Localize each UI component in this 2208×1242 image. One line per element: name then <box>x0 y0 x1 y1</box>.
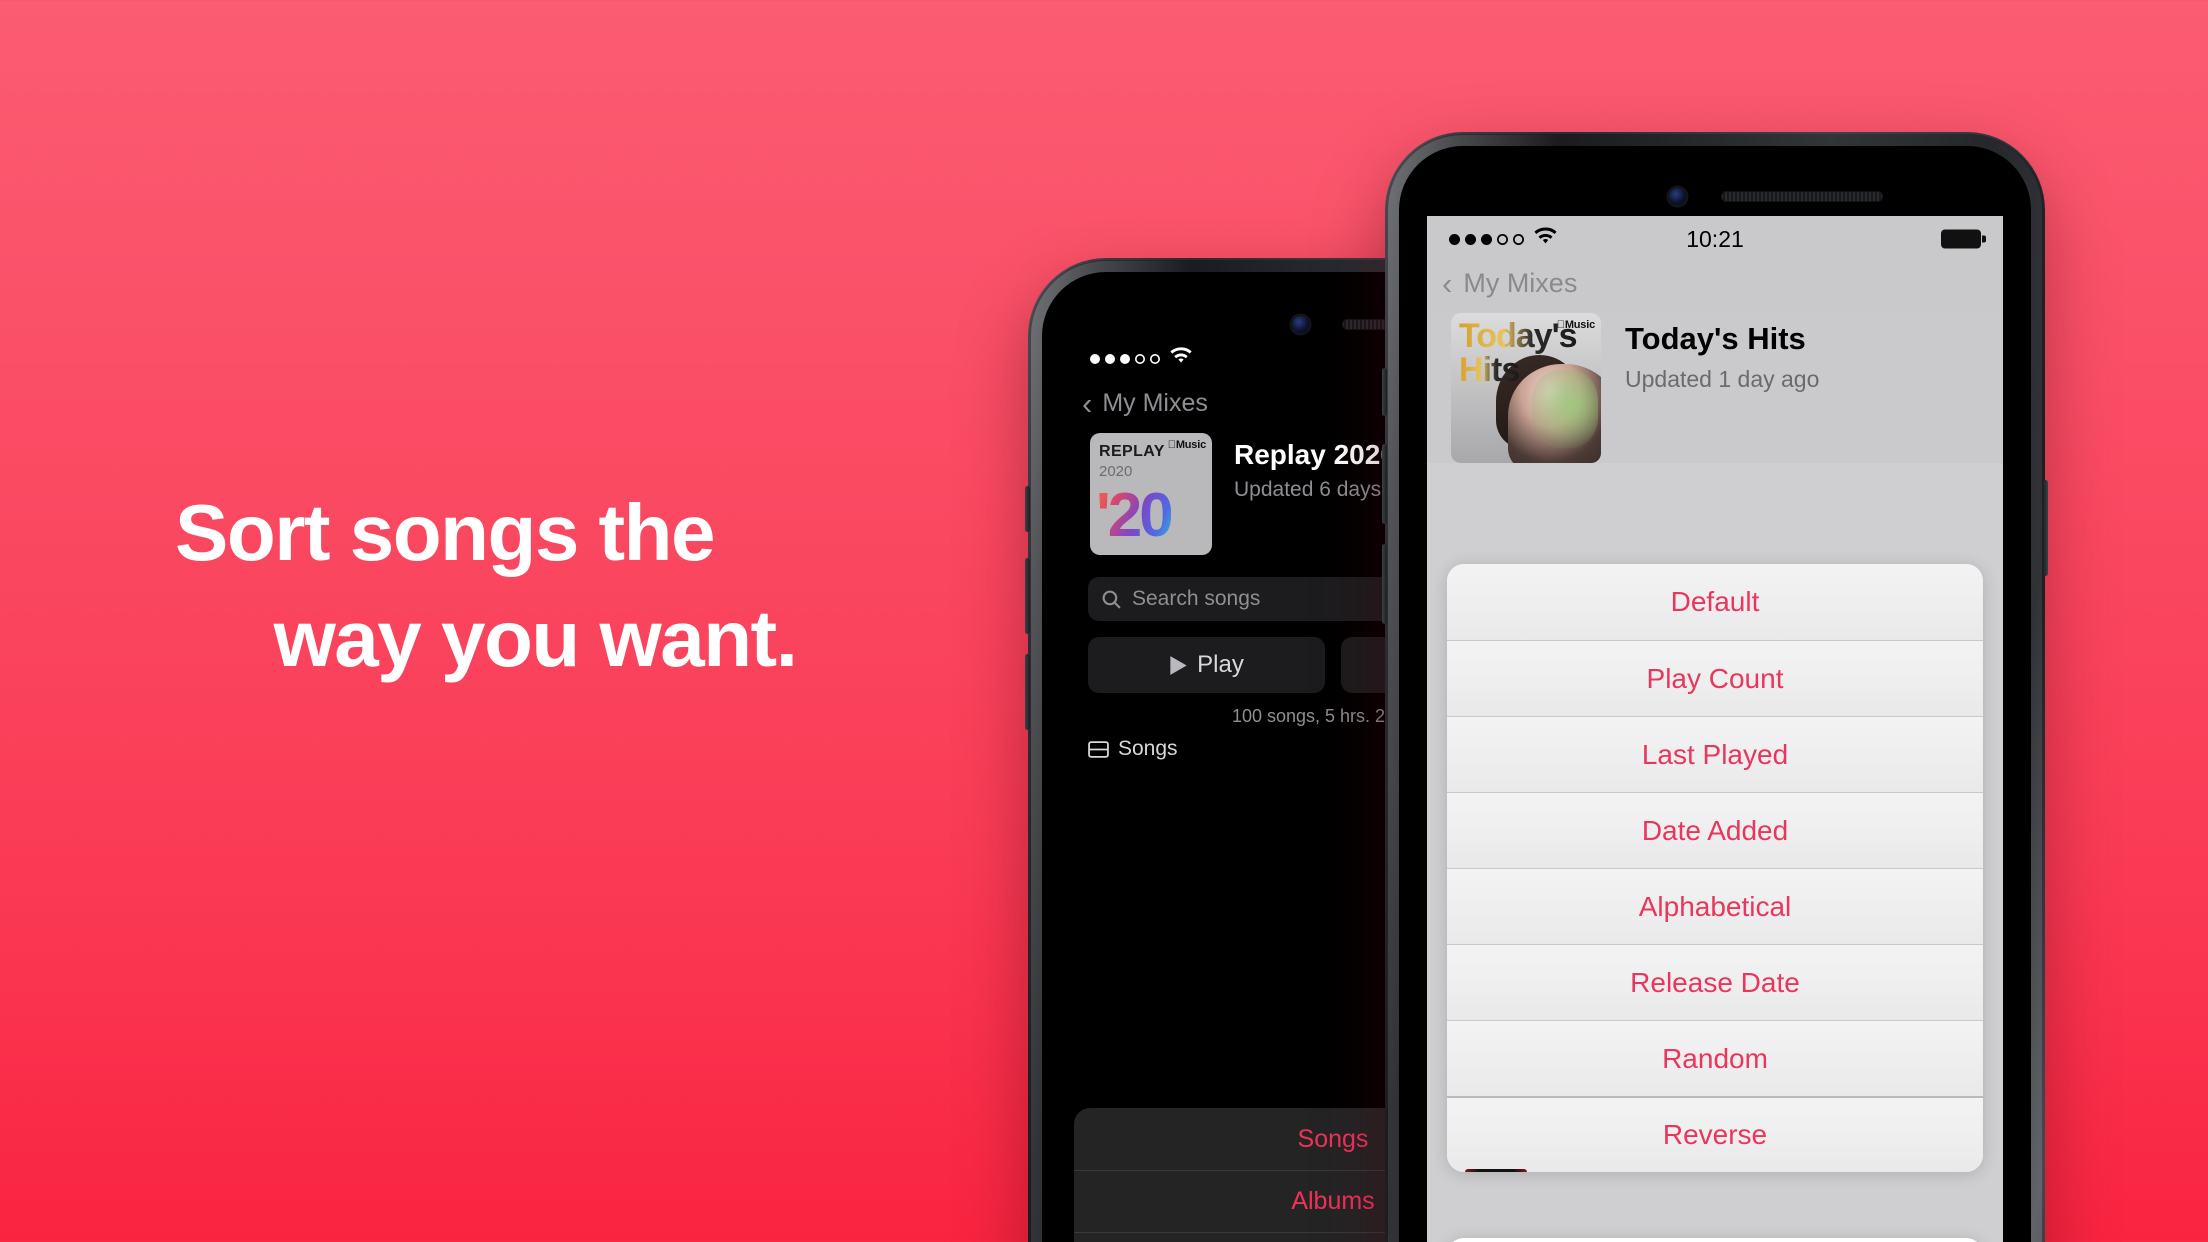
battery-icon <box>1941 229 1986 249</box>
headline-line-2: way you want. <box>273 593 798 683</box>
status-bar: 10:21 <box>1427 216 2003 262</box>
album-artwork[interactable]: REPLAY 2020 '20 Music <box>1090 433 1212 555</box>
play-button[interactable]: Play <box>1088 637 1325 693</box>
album-artwork[interactable]: Today's Hits Music <box>1451 313 1601 463</box>
search-icon <box>1102 590 1121 609</box>
status-clock: 10:21 <box>1686 225 1744 252</box>
mute-switch[interactable] <box>1025 486 1030 532</box>
home-indicator <box>1465 1169 1527 1172</box>
apple-music-badge-icon: Music <box>1557 319 1595 331</box>
playlist-subtitle: Updated 1 day ago <box>1625 366 1820 392</box>
volume-down-button[interactable] <box>1382 544 1387 624</box>
sort-option-date-added[interactable]: Date Added <box>1447 792 1983 868</box>
front-camera-icon <box>1292 316 1309 333</box>
sort-option-last-played[interactable]: Last Played <box>1447 716 1983 792</box>
play-button-label: Play <box>1197 651 1244 678</box>
front-camera-icon <box>1669 188 1686 205</box>
back-button-label[interactable]: My Mixes <box>1463 268 1577 299</box>
sort-option-play-count[interactable]: Play Count <box>1447 640 1983 716</box>
playlist-title: Today's Hits <box>1625 321 1806 356</box>
list-icon <box>1088 740 1109 758</box>
play-icon <box>1170 655 1187 675</box>
artwork-line-1: REPLAY <box>1099 443 1165 460</box>
volume-up-button[interactable] <box>1025 558 1030 634</box>
sort-option-default[interactable]: Default <box>1447 564 1983 640</box>
chevron-left-icon[interactable]: ‹ <box>1082 388 1092 419</box>
search-placeholder: Search songs <box>1132 587 1261 610</box>
page-title: Sort songs the way you want. <box>175 480 1075 691</box>
power-button[interactable] <box>2043 480 2048 576</box>
artwork-line-2: 2020 <box>1099 463 1133 480</box>
sort-option-random[interactable]: Random <box>1447 1020 1983 1096</box>
back-button-label[interactable]: My Mixes <box>1102 389 1208 418</box>
volume-up-button[interactable] <box>1382 444 1387 524</box>
sort-option-alphabetical[interactable]: Alphabetical <box>1447 868 1983 944</box>
front-phone-screen: 10:21 ‹ My Mixes Today's Hits Music Tod… <box>1427 216 2003 1242</box>
section-header-label: Songs <box>1118 737 1178 760</box>
chevron-left-icon[interactable]: ‹ <box>1442 268 1452 299</box>
playlist-header: Today's Hits Music Today's Hits Updated… <box>1427 311 2003 463</box>
earpiece-speaker-icon <box>1721 191 1883 202</box>
sort-option-reverse[interactable]: Reverse <box>1447 1096 1983 1172</box>
front-phone: 10:21 ‹ My Mixes Today's Hits Music Tod… <box>1382 132 2048 1242</box>
artwork-green-overlay <box>1532 370 1598 448</box>
front-nav-bar[interactable]: ‹ My Mixes <box>1427 262 2003 311</box>
sort-option-release-date[interactable]: Release Date <box>1447 944 1983 1020</box>
headline-line-1: Sort songs the <box>175 488 716 577</box>
cancel-button[interactable]: Cancel <box>1447 1238 1983 1242</box>
volume-down-button[interactable] <box>1025 654 1030 730</box>
artwork-year-graphic: '20 <box>1096 481 1174 550</box>
artwork-line-2: Hits <box>1459 351 1520 389</box>
playlist-title-block: Today's Hits Updated 1 day ago <box>1625 313 1819 463</box>
apple-music-badge-icon: Music <box>1168 439 1206 451</box>
mute-switch[interactable] <box>1382 368 1387 416</box>
sort-action-sheet[interactable]: Default Play Count Last Played Date Added Al… <box>1447 564 1983 1172</box>
